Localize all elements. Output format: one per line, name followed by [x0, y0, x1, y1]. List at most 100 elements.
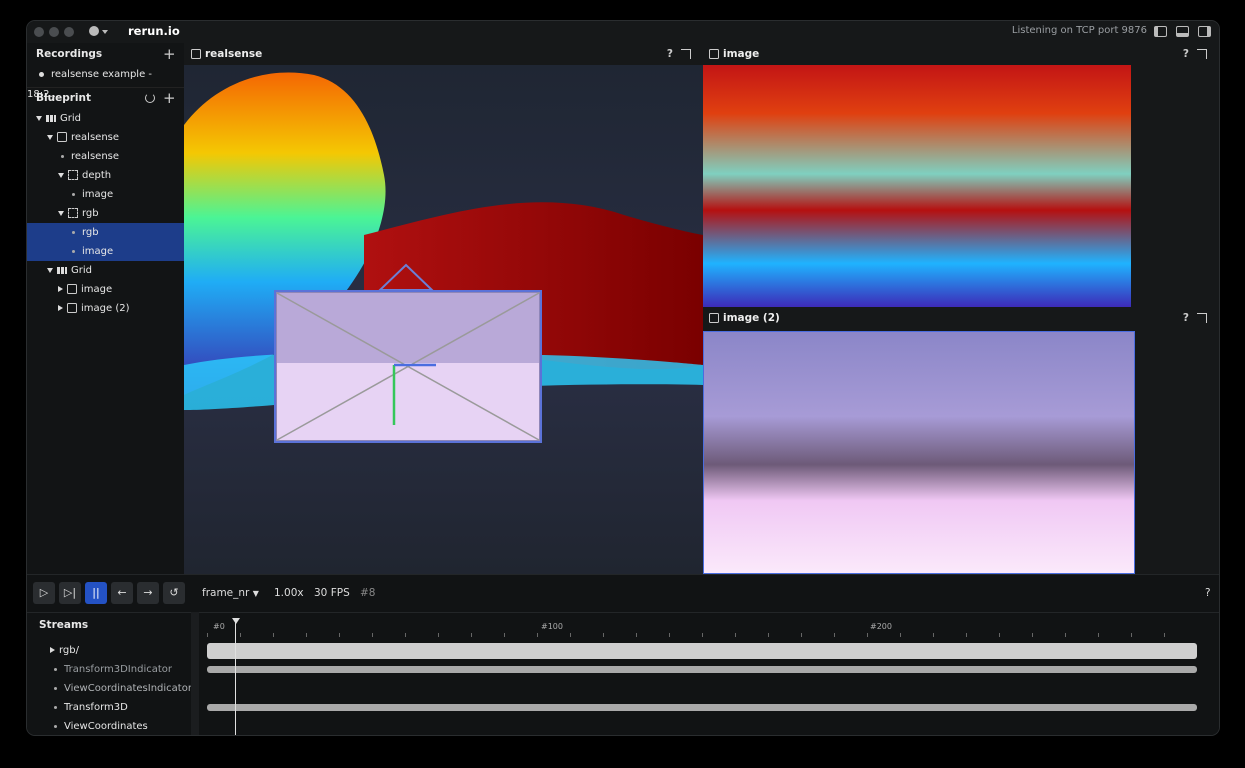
time-ruler[interactable]	[207, 633, 1197, 637]
tree-item-label: Grid	[60, 113, 81, 124]
tree-item-label: image (2)	[81, 303, 130, 314]
tree-item-label: Grid	[71, 265, 92, 276]
app-window: rerun.io Listening on TCP port 9876 Reco…	[26, 20, 1220, 736]
maximize-icon[interactable]	[681, 49, 691, 59]
entity-dot-icon	[54, 705, 57, 709]
divider	[27, 612, 1219, 613]
time-cursor[interactable]	[235, 621, 236, 735]
loop-button[interactable]: ↺	[163, 582, 185, 604]
space-3d-icon	[191, 49, 201, 59]
entity-dot-icon	[72, 192, 75, 196]
help-icon[interactable]: ?	[1183, 43, 1189, 65]
tree-item-label: depth	[82, 170, 112, 181]
tree-item-realsense-view[interactable]: realsense	[27, 128, 204, 147]
help-icon[interactable]: ?	[1183, 307, 1189, 329]
realsense-3d-viewport[interactable]	[184, 65, 703, 574]
reset-blueprint-icon[interactable]	[145, 93, 155, 103]
timeline-panel: ▷ ▷| || ← → ↺ frame_nr ▼ 1.00x 30 FPS #8…	[27, 574, 1219, 735]
collapse-icon[interactable]	[58, 172, 64, 178]
toggle-bottom-panel-icon[interactable]	[1176, 26, 1189, 37]
pause-button[interactable]: ||	[85, 582, 107, 604]
blueprint-heading: Blueprint	[36, 92, 91, 104]
playback-speed[interactable]: 1.00x	[274, 587, 304, 599]
image2-view-header: image (2) ?	[703, 307, 1219, 329]
stream-item-transform3dindicator[interactable]: Transform3DIndicator	[54, 664, 172, 675]
point-cloud-render	[184, 72, 703, 443]
stream-bar-rgb[interactable]	[207, 643, 1197, 659]
recordings-heading: Recordings	[36, 48, 103, 60]
tree-item-label: realsense	[71, 132, 120, 143]
minimize-window-button[interactable]	[49, 27, 59, 37]
image-view-title: image	[723, 48, 760, 60]
grid-icon	[46, 114, 56, 122]
tree-item-label: image	[82, 189, 114, 200]
maximize-icon[interactable]	[1197, 49, 1207, 59]
title-bar: rerun.io Listening on TCP port 9876	[27, 21, 1219, 44]
expand-icon[interactable]	[50, 647, 55, 653]
timeline-selector[interactable]: frame_nr ▼	[202, 587, 259, 599]
zoom-window-button[interactable]	[64, 27, 74, 37]
tree-item-label: rgb	[82, 208, 99, 219]
stream-bar-transform3d[interactable]	[207, 704, 1197, 711]
add-recording-icon[interactable]: +	[163, 47, 176, 62]
streams-heading: Streams	[39, 619, 89, 631]
rgb-image	[703, 331, 1135, 574]
expand-icon[interactable]	[58, 305, 63, 311]
current-frame: #8	[360, 587, 376, 599]
play-button[interactable]: ▷	[33, 582, 55, 604]
image-icon	[67, 303, 77, 313]
space-3d-icon	[57, 132, 67, 142]
group-icon	[68, 208, 78, 218]
help-icon[interactable]: ?	[667, 43, 673, 65]
stream-item-viewcoordinates[interactable]: ViewCoordinates	[54, 721, 148, 732]
toggle-right-panel-icon[interactable]	[1198, 26, 1211, 37]
step-back-button[interactable]: ←	[111, 582, 133, 604]
image-icon	[709, 49, 719, 59]
streams-divider[interactable]	[191, 612, 199, 735]
connection-status: Listening on TCP port 9876	[1011, 25, 1147, 36]
expand-icon[interactable]	[58, 286, 63, 292]
entity-dot-icon	[61, 154, 64, 158]
tick-label: #0	[213, 622, 225, 631]
stream-item-transform3d[interactable]: Transform3D	[54, 702, 128, 713]
realsense-view-header: realsense ?	[184, 43, 703, 65]
tree-item-grid-2[interactable]: Grid	[27, 261, 204, 280]
step-play-button[interactable]: ▷|	[59, 582, 81, 604]
tick-label: #200	[870, 622, 892, 631]
tree-item-label: image	[81, 284, 113, 295]
entity-dot-icon	[72, 230, 75, 234]
stream-label: ViewCoordinates	[64, 721, 148, 732]
tree-item-grid[interactable]: Grid	[27, 109, 193, 128]
collapse-icon[interactable]	[58, 210, 64, 216]
rerun-menu-icon[interactable]	[89, 26, 99, 36]
tree-item-rgb[interactable]: rgb	[27, 223, 184, 242]
timeline-name: frame_nr	[202, 587, 250, 599]
help-icon[interactable]: ?	[1205, 587, 1211, 599]
tree-item-label: rgb	[82, 227, 99, 238]
stream-bar-transform3dindicator[interactable]	[207, 666, 1197, 673]
toggle-left-panel-icon[interactable]	[1154, 26, 1167, 37]
collapse-icon[interactable]	[47, 134, 53, 140]
close-window-button[interactable]	[34, 27, 44, 37]
image2-viewport[interactable]	[703, 329, 1219, 574]
entity-dot-icon	[72, 249, 75, 253]
add-view-icon[interactable]: +	[163, 91, 176, 106]
chevron-down-icon: ▼	[252, 589, 259, 598]
stream-item-rgb[interactable]: rgb/	[50, 645, 79, 656]
step-forward-button[interactable]: →	[137, 582, 159, 604]
tree-item-rgb-image[interactable]: image	[27, 242, 184, 261]
stream-item-viewcoordinatesindicator[interactable]: ViewCoordinatesIndicator	[54, 683, 192, 694]
grid-icon	[57, 266, 67, 274]
image2-view-title: image (2)	[723, 312, 780, 324]
recording-item[interactable]: realsense example - 18:2...	[27, 65, 184, 100]
stream-label: Transform3DIndicator	[64, 664, 172, 675]
collapse-icon[interactable]	[47, 267, 53, 273]
image-viewport[interactable]	[703, 65, 1219, 307]
maximize-icon[interactable]	[1197, 313, 1207, 323]
collapse-icon[interactable]	[36, 115, 42, 121]
entity-dot-icon	[54, 724, 57, 728]
playback-fps[interactable]: 30 FPS	[314, 587, 350, 599]
stream-label: Transform3D	[64, 702, 128, 713]
chevron-down-icon	[102, 30, 108, 34]
time-cursor-handle[interactable]	[232, 618, 240, 624]
